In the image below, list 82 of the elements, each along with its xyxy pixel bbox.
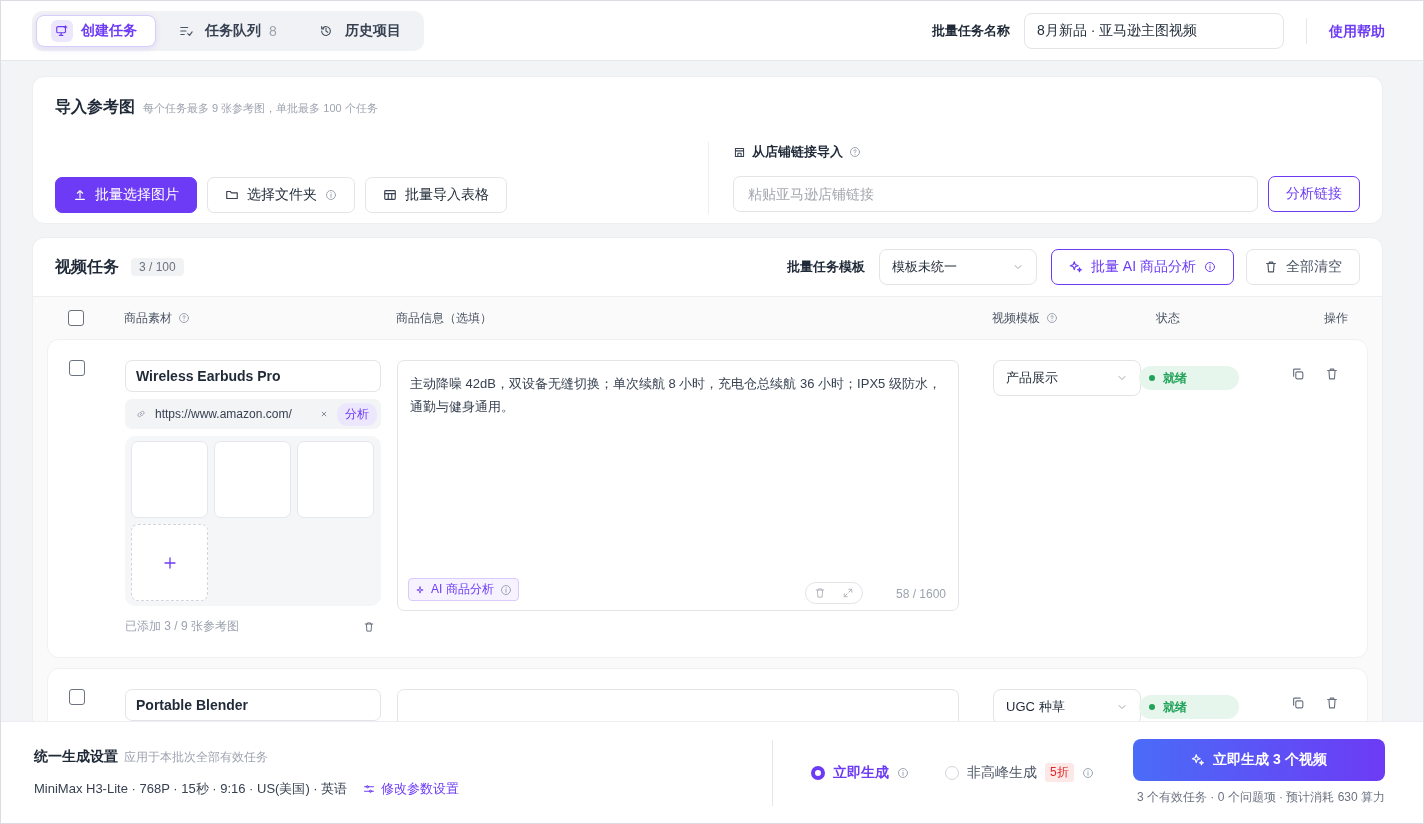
monitor-icon [55, 23, 69, 38]
section-title: 视频任务 [55, 256, 119, 277]
history-icon [318, 23, 333, 38]
section-title: 导入参考图 [55, 98, 135, 115]
discount-badge: 5折 [1045, 763, 1074, 782]
column-header: 视频模板 [992, 309, 1040, 327]
row-checkbox[interactable] [69, 360, 85, 376]
import-button[interactable]: 选择文件夹 [207, 177, 355, 213]
product-info-field[interactable]: 主动降噪 42dB，双设备无缝切换；单次续航 8 小时，充电仓总续航 36 小时；IPX5 级防水，通勤与健身通用。 AI 商品分析 58 / 1600 [397, 360, 959, 611]
delete-images-button[interactable] [363, 620, 375, 633]
batch-ai-button[interactable]: 批量 AI 商品分析 [1051, 249, 1234, 285]
info-icon [1204, 261, 1216, 273]
store-link-field[interactable]: 粘贴亚马逊店铺链接 [733, 176, 1258, 212]
edit-settings-link[interactable]: 修改参数设置 [363, 779, 460, 798]
copy-icon [1291, 696, 1305, 710]
trash-icon [1264, 260, 1278, 274]
import-hint: 每个任务最多 9 张参考图，单批最多 100 个任务 [143, 102, 378, 114]
generate-summary: 3 个有效任务 · 0 个问题项 · 预计消耗 630 算力 [1136, 789, 1385, 806]
template-dropdown[interactable]: UGC 种草 [993, 689, 1141, 721]
trash-icon [814, 587, 826, 599]
batch-name-field[interactable]: 8月新品 · 亚马逊主图视频 [1024, 12, 1284, 49]
settings-params: MiniMax H3-Lite · 768P · 15秒 · 9:16 · US(美国) · 英语 [34, 779, 348, 798]
add-image-button[interactable] [131, 524, 208, 601]
template-dropdown[interactable]: 产品展示 [993, 360, 1141, 396]
clear-icon [319, 409, 329, 419]
tab[interactable]: 历史项目 [299, 14, 420, 47]
help-icon [1046, 312, 1058, 324]
mode-radio[interactable]: 非高峰生成 [945, 763, 1037, 782]
column-header: 操作 [1324, 309, 1348, 327]
help-icon [178, 312, 190, 324]
link-icon [135, 408, 147, 420]
clear-all-button[interactable]: 全部清空 [1246, 249, 1360, 285]
column-header: 商品信息（选填） [396, 309, 492, 327]
char-counter: 58 / 1600 [895, 587, 946, 601]
trash-icon [363, 620, 375, 633]
product-name-field[interactable]: Wireless Earbuds Pro [125, 360, 381, 392]
batch-name-label: 批量任务名称 [932, 21, 1010, 40]
row-checkbox[interactable] [69, 689, 85, 705]
tab[interactable]: 任务队列 8 [160, 14, 296, 47]
info-icon [897, 766, 909, 779]
select-all-checkbox[interactable] [68, 310, 84, 326]
store-import-label: 从店铺链接导入 [752, 143, 843, 161]
generate-button[interactable]: 立即生成 3 个视频 [1133, 739, 1385, 781]
status-badge: 就绪 [1139, 695, 1239, 719]
trash-icon [1325, 696, 1339, 710]
link-field[interactable]: https://www.amazon.com/ 分析 [125, 399, 381, 429]
copy-icon [1291, 367, 1305, 381]
status-badge: 就绪 [1139, 366, 1239, 390]
sliders-icon [363, 782, 376, 795]
product-name-field[interactable]: Portable Blender [125, 689, 381, 721]
sparkle-icon [415, 584, 425, 595]
trash-icon [1325, 367, 1339, 381]
batch-template-dropdown[interactable]: 模板未统一 [879, 249, 1037, 285]
column-header: 商品素材 [124, 309, 172, 327]
image-thumbnail[interactable] [297, 441, 374, 518]
analyze-button[interactable]: 分析 [337, 402, 377, 426]
settings-subtitle: 应用于本批次全部有效任务 [124, 749, 268, 764]
import-button[interactable]: 批量导入表格 [365, 177, 507, 213]
analyze-link-button[interactable]: 分析链接 [1268, 176, 1360, 212]
image-thumbnail[interactable] [214, 441, 291, 518]
template-label: 批量任务模板 [787, 258, 865, 276]
help-icon [849, 146, 861, 158]
upload-icon [73, 188, 87, 202]
expand-icon [842, 587, 854, 599]
sparkle-icon [1069, 260, 1083, 274]
sparkle-icon [1191, 753, 1206, 767]
info-icon [325, 189, 337, 201]
image-thumbnail[interactable] [131, 441, 208, 518]
folder-icon [225, 188, 239, 202]
tab[interactable]: 创建任务 [36, 14, 156, 47]
store-icon [733, 145, 746, 159]
import-button[interactable]: 批量选择图片 [55, 177, 197, 213]
image-count: 已添加 3 / 9 张参考图 [125, 618, 240, 635]
table-icon [383, 188, 397, 202]
task-count: 3 / 100 [131, 258, 184, 276]
mode-radio[interactable]: 立即生成 [811, 763, 889, 782]
info-icon [499, 583, 512, 596]
column-header: 状态 [1156, 309, 1180, 327]
ai-analysis-button[interactable]: AI 商品分析 [408, 578, 519, 601]
help-link[interactable]: 使用帮助 [1306, 17, 1385, 44]
info-icon [1081, 766, 1094, 779]
settings-title: 统一生成设置 [34, 747, 118, 764]
